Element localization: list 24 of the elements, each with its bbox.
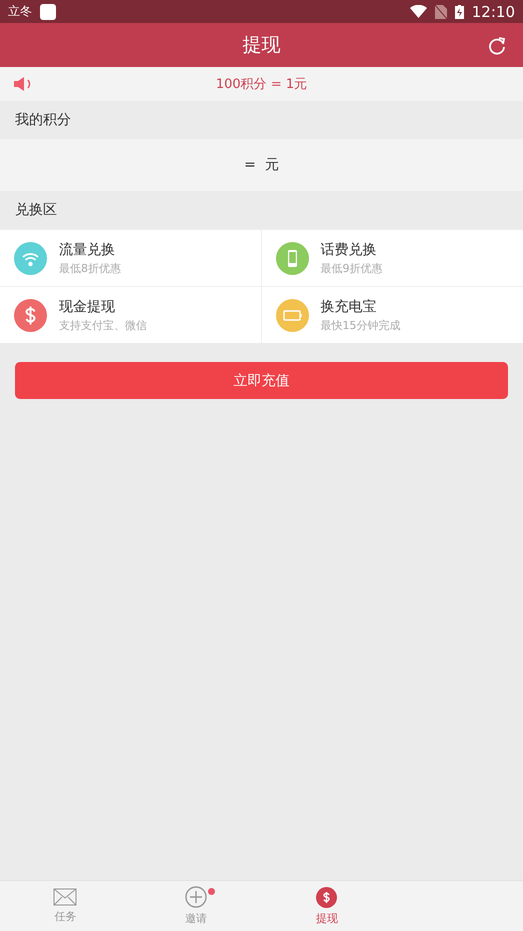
plus-icon xyxy=(185,886,208,908)
option-subtitle: 最低8折优惠 xyxy=(59,260,121,276)
points-value: = 元 xyxy=(0,139,523,191)
dollar-icon xyxy=(316,886,338,908)
option-title[interactable]: 换充电宝 xyxy=(320,298,400,316)
option-title[interactable]: 话费兑换 xyxy=(320,240,382,258)
option-title[interactable]: 流量兑换 xyxy=(59,240,121,258)
battery-icon xyxy=(454,4,464,18)
option-subtitle: 最低9折优惠 xyxy=(320,260,382,276)
page-title: 提现 xyxy=(242,33,280,58)
option-subtitle: 支持支付宝、微信 xyxy=(59,318,147,332)
option-subtitle: 最快15分钟完成 xyxy=(320,318,400,332)
notification-dot xyxy=(208,888,216,895)
clock: 12:10 xyxy=(472,2,515,20)
status-label: 立冬 xyxy=(8,3,32,20)
recharge-button[interactable]: 立即充值 xyxy=(15,362,508,399)
sim-icon xyxy=(434,4,447,18)
exchange-rate: 100积分 = 1元 xyxy=(216,76,308,93)
app-icon xyxy=(40,4,56,20)
mail-icon xyxy=(53,888,78,906)
refresh-icon[interactable] xyxy=(487,35,507,55)
wifi-icon xyxy=(410,5,427,18)
option-title[interactable]: 现金提现 xyxy=(59,298,147,316)
nav-tab[interactable]: 提现 xyxy=(262,881,392,931)
